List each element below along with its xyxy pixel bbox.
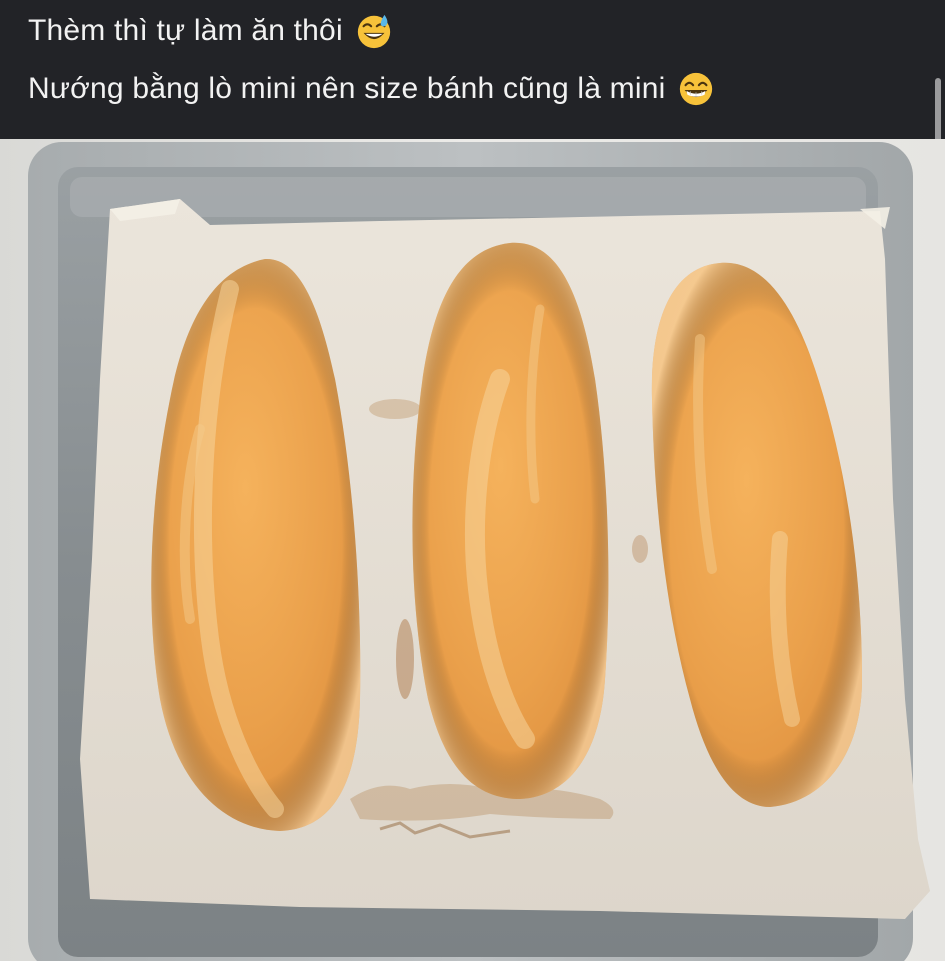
caption-text-2: Nướng bằng lò mini nên size bánh cũng là… [28,72,666,105]
bread-loaf-2 [412,242,609,799]
beaming-face-icon [680,72,713,106]
social-post: Thèm thì tự làm ăn thôi Nướng bằng lò mi… [0,0,945,961]
caption-line-2: Nướng bằng lò mini nên size bánh cũng là… [28,70,715,108]
post-caption: Thèm thì tự làm ăn thôi Nướng bằng lò mi… [0,0,945,278]
caption-line-1: Thèm thì tự làm ăn thôi [28,12,393,50]
grinning-face-with-sweat-icon [357,14,390,49]
caption-text-1: Thèm thì tự làm ăn thôi [28,14,343,47]
bread-photo [0,139,945,961]
